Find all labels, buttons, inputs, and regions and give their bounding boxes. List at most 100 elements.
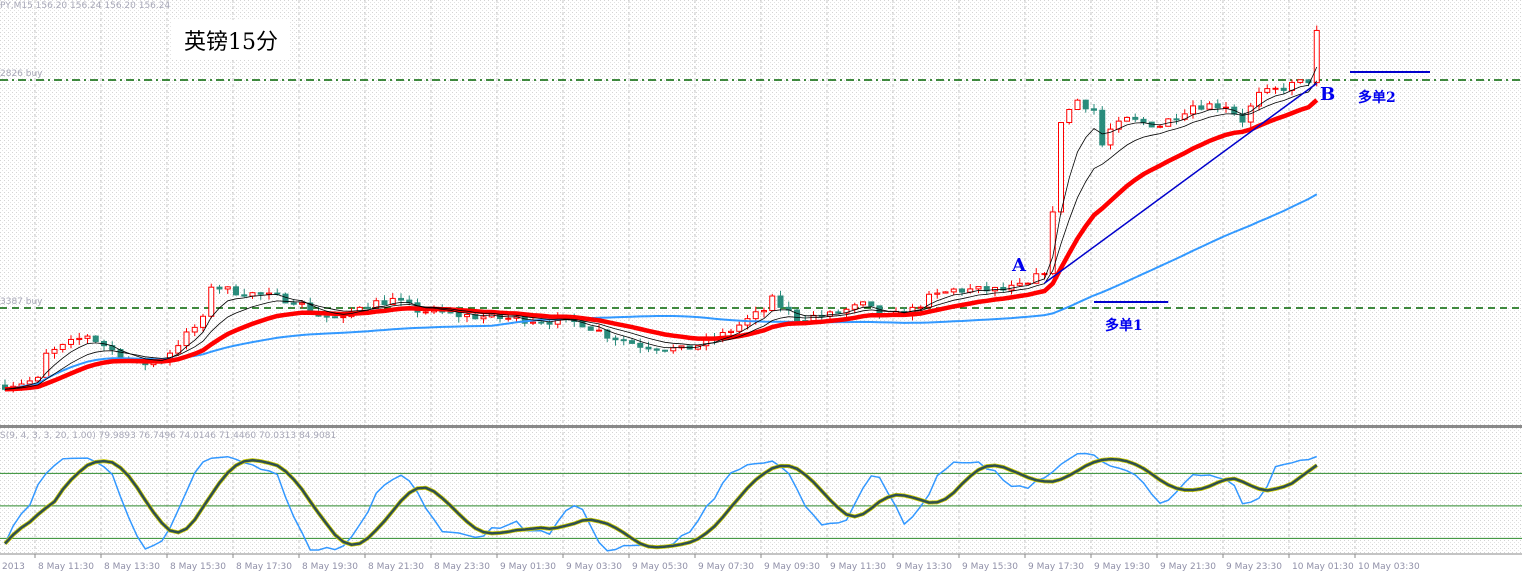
bull-candle xyxy=(1272,87,1279,90)
bull-candle xyxy=(530,321,536,324)
pane-separator xyxy=(0,425,1522,428)
bull-candle xyxy=(59,343,66,350)
bear-candle xyxy=(662,349,668,352)
x-tick-label: 8 May 11:30 xyxy=(38,562,94,572)
bear-candle xyxy=(274,292,281,295)
indicator-label: S(9, 4, 3, 3, 20, 1.00) 79.9893 76.7496 … xyxy=(0,431,336,441)
bear-candle xyxy=(241,294,248,297)
x-tick-label: 9 May 19:30 xyxy=(1094,562,1150,572)
price-chart: 英镑15分 PY,M15 156.20 156.24 156.20 156.24… xyxy=(0,0,1522,575)
bull-candle xyxy=(827,311,833,317)
bull-candle xyxy=(1297,79,1304,83)
bear-candle xyxy=(1214,103,1221,109)
bear-candle xyxy=(835,311,842,314)
bull-candle xyxy=(942,291,949,294)
point-b-label: B xyxy=(1320,84,1335,105)
order-2-label: 多单2 xyxy=(1358,89,1396,106)
bull-candle xyxy=(200,315,206,328)
bull-candle xyxy=(752,311,759,320)
bull-candle xyxy=(917,306,924,309)
bear-candle xyxy=(365,306,371,309)
x-tick-label: 9 May 13:30 xyxy=(896,562,952,572)
bull-candle xyxy=(1016,282,1023,286)
chart-title: 英镑15分 xyxy=(184,30,278,55)
bear-candle xyxy=(1198,105,1205,110)
bull-candle xyxy=(851,304,858,310)
bear-candle xyxy=(587,326,594,331)
x-tick-label: 8 May 23:30 xyxy=(434,562,490,572)
bear-candle xyxy=(381,300,388,306)
bull-candle xyxy=(183,331,190,347)
bear-candle xyxy=(645,346,652,350)
order-1-label: 多单1 xyxy=(1105,317,1143,334)
bear-candle xyxy=(216,286,223,290)
bear-candle xyxy=(1091,108,1097,111)
bear-candle xyxy=(612,337,619,341)
x-tick-label: 10 May 03:30 xyxy=(1358,562,1420,572)
buy-level-label: 3387 buy xyxy=(0,297,43,307)
bull-candle xyxy=(1313,29,1320,84)
bull-candle xyxy=(224,286,231,290)
bull-candle xyxy=(761,310,767,313)
bull-candle xyxy=(505,317,512,320)
symbol-info: PY,M15 156.20 156.24 156.20 156.24 xyxy=(0,1,170,11)
bull-candle xyxy=(422,311,429,314)
x-tick-label: 8 May 13:30 xyxy=(104,562,160,572)
buy-level-label: 2826 buy xyxy=(0,69,43,79)
point-a-label: A xyxy=(1011,255,1027,276)
bear-candle xyxy=(323,315,330,318)
bear-candle xyxy=(868,301,875,307)
bear-candle xyxy=(447,311,454,314)
bull-candle xyxy=(1264,88,1271,93)
bull-candle xyxy=(480,316,487,320)
bull-candle xyxy=(596,329,602,332)
bull-candle xyxy=(1223,106,1229,109)
bull-candle xyxy=(51,348,58,354)
bull-candle xyxy=(464,314,470,318)
bear-candle xyxy=(398,297,404,301)
bear-candle xyxy=(637,342,644,348)
x-tick-label: 9 May 09:30 xyxy=(764,562,820,572)
bull-candle xyxy=(299,302,305,305)
x-tick-label: 2013 xyxy=(2,562,25,572)
bear-candle xyxy=(1280,87,1287,91)
bull-candle xyxy=(340,316,347,319)
bear-candle xyxy=(959,288,965,293)
bull-candle xyxy=(68,338,74,345)
bull-candle xyxy=(1157,125,1163,128)
bear-candle xyxy=(546,321,553,325)
bear-candle xyxy=(332,316,338,319)
bear-candle xyxy=(1082,99,1089,110)
bull-candle xyxy=(191,326,198,333)
bull-candle xyxy=(769,295,776,312)
bear-candle xyxy=(629,340,635,344)
bull-candle xyxy=(26,380,33,385)
bear-candle xyxy=(1140,118,1147,123)
bear-candle xyxy=(92,335,99,342)
bear-candle xyxy=(794,309,800,322)
bull-candle xyxy=(266,292,272,295)
bull-candle xyxy=(43,352,50,378)
bull-candle xyxy=(84,335,91,339)
x-tick-label: 9 May 23:30 xyxy=(1226,562,1282,572)
x-tick-label: 9 May 21:30 xyxy=(1160,562,1216,572)
x-tick-label: 9 May 07:30 xyxy=(698,562,754,572)
bull-candle xyxy=(249,292,256,297)
bull-candle xyxy=(934,292,941,295)
x-tick-label: 9 May 03:30 xyxy=(566,562,622,572)
bull-candle xyxy=(208,286,215,317)
bull-candle xyxy=(1190,105,1196,115)
bear-candle xyxy=(257,292,264,295)
bull-candle xyxy=(1206,103,1213,110)
x-tick-label: 8 May 15:30 xyxy=(170,562,226,572)
bull-candle xyxy=(1025,282,1031,285)
x-tick-label: 9 May 01:30 xyxy=(500,562,556,572)
bull-candle xyxy=(1074,99,1081,110)
bull-candle xyxy=(1124,116,1130,122)
bull-candle xyxy=(975,286,982,290)
x-tick-label: 9 May 11:30 xyxy=(830,562,886,572)
x-tick-label: 8 May 21:30 xyxy=(368,562,424,572)
bull-candle xyxy=(728,330,734,333)
bull-candle xyxy=(76,337,83,340)
bear-candle xyxy=(233,286,239,296)
